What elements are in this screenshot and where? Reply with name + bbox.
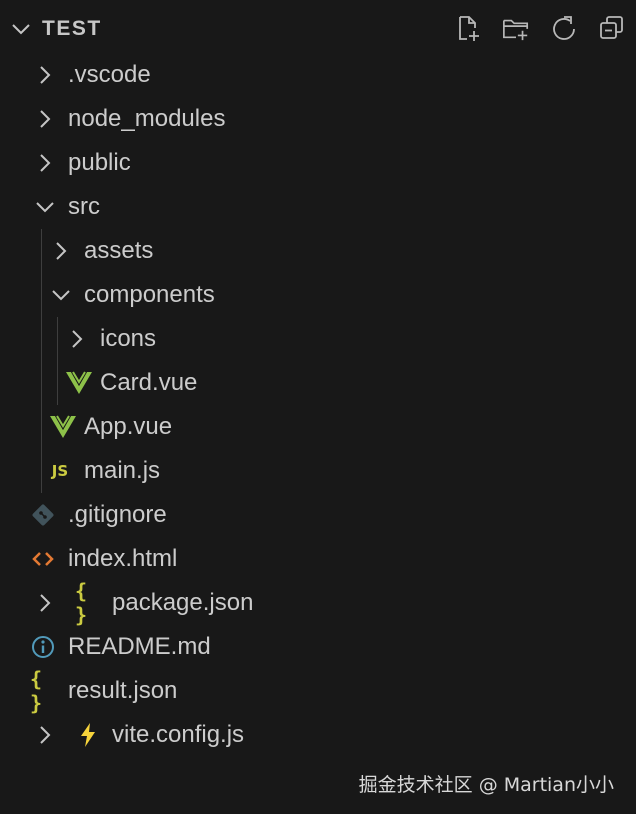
explorer-title: TEST — [42, 17, 102, 40]
chevron-right-icon — [72, 330, 83, 348]
tree-item-public[interactable]: public — [0, 141, 636, 185]
html-icon — [30, 546, 56, 572]
chevron-right-icon — [40, 66, 51, 84]
tree-item-vite-config[interactable]: vite.config.js — [0, 713, 636, 757]
json-icon: { } — [75, 579, 89, 627]
tree-item-main-js[interactable]: JS main.js — [0, 449, 636, 493]
tree-item-node-modules[interactable]: node_modules — [0, 97, 636, 141]
info-icon — [30, 634, 56, 660]
tree-item-label: .gitignore — [68, 501, 167, 528]
chevron-right-icon — [56, 242, 67, 260]
tree-item-icons[interactable]: icons — [0, 317, 636, 361]
json-icon: { } — [30, 667, 44, 715]
chevron-right-icon — [40, 594, 51, 612]
tree-item-label: Card.vue — [100, 369, 198, 396]
chevron-right-icon — [40, 154, 51, 172]
tree-item-gitignore[interactable]: .gitignore — [0, 493, 636, 537]
tree-item-vscode[interactable]: .vscode — [0, 53, 636, 97]
tree-item-readme[interactable]: README.md — [0, 625, 636, 669]
tree-item-label: public — [68, 149, 131, 176]
git-icon — [30, 502, 56, 528]
tree-item-label: index.html — [68, 545, 178, 572]
chevron-down-icon — [52, 290, 70, 301]
file-tree: .vscode node_modules public src assets c… — [0, 53, 636, 757]
chevron-down-icon[interactable] — [10, 18, 32, 40]
tree-item-result-json[interactable]: { } result.json — [0, 667, 636, 715]
tree-item-src[interactable]: src — [0, 185, 636, 229]
tree-item-label: icons — [100, 325, 157, 352]
tree-item-label: components — [84, 281, 215, 308]
javascript-icon: JS — [51, 462, 69, 480]
new-file-icon[interactable] — [454, 14, 482, 42]
tree-item-label: node_modules — [68, 105, 226, 132]
new-folder-icon[interactable] — [502, 14, 530, 42]
tree-item-label: .vscode — [68, 61, 151, 88]
tree-item-package-json[interactable]: { } package.json — [0, 579, 636, 627]
tree-item-label: vite.config.js — [112, 721, 245, 748]
chevron-right-icon — [40, 110, 51, 128]
tree-item-label: result.json — [68, 677, 178, 704]
tree-item-label: package.json — [112, 589, 254, 616]
refresh-icon[interactable] — [550, 14, 578, 42]
tree-item-card-vue[interactable]: Card.vue — [0, 361, 636, 405]
chevron-right-icon — [40, 726, 51, 744]
explorer-actions — [454, 14, 626, 42]
tree-item-label: assets — [84, 237, 154, 264]
vue-icon — [50, 414, 76, 440]
tree-item-index-html[interactable]: index.html — [0, 537, 636, 581]
tree-item-label: App.vue — [84, 413, 173, 440]
explorer-header[interactable]: TEST — [0, 8, 636, 52]
tree-item-assets[interactable]: assets — [0, 229, 636, 273]
tree-item-components[interactable]: components — [0, 273, 636, 317]
watermark-text: 掘金技术社区 @ Martian小小 — [358, 774, 614, 796]
tree-item-label: src — [68, 193, 100, 220]
chevron-down-icon — [36, 202, 54, 213]
vue-icon — [66, 370, 92, 396]
tree-item-app-vue[interactable]: App.vue — [0, 405, 636, 449]
collapse-all-icon[interactable] — [598, 14, 626, 42]
tree-item-label: main.js — [84, 457, 161, 484]
file-explorer: TEST .vscode node_modules public src ass… — [0, 0, 636, 814]
vite-icon — [75, 722, 101, 748]
tree-item-label: README.md — [68, 633, 211, 660]
